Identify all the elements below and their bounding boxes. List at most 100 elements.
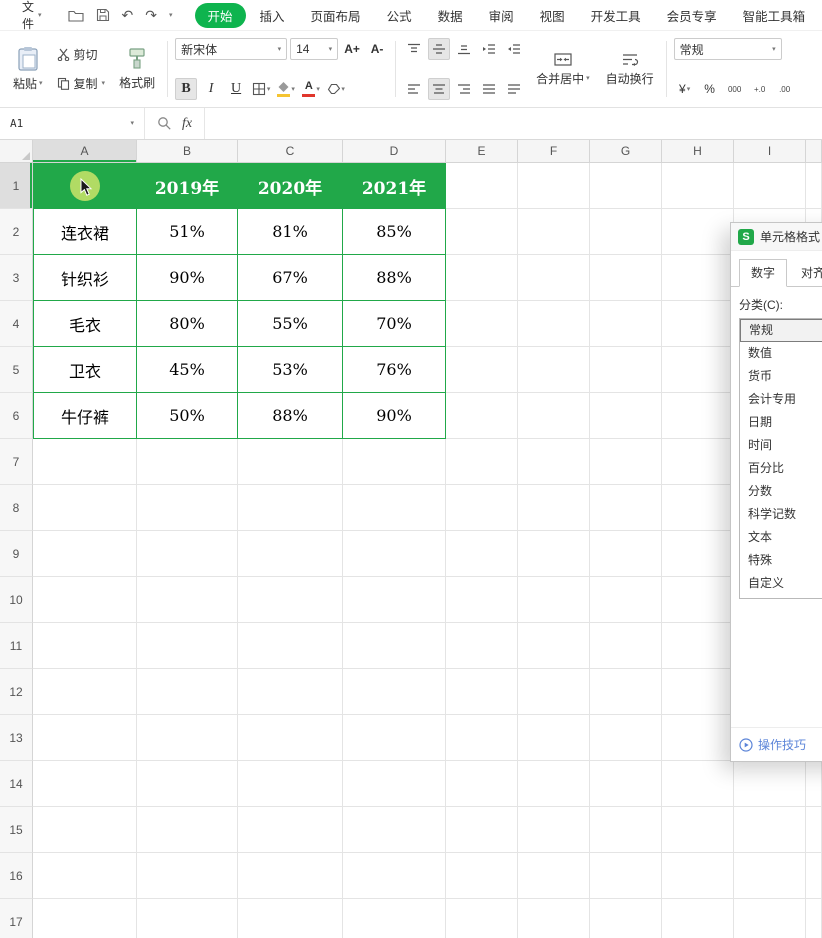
increase-decimal-button[interactable]: +.0 <box>749 78 771 100</box>
category-item[interactable]: 文本 <box>740 526 822 549</box>
cell-F16[interactable] <box>518 853 590 899</box>
file-menu[interactable]: 文件 ▾ <box>18 0 46 35</box>
cell-B10[interactable] <box>137 577 238 623</box>
justify-button[interactable] <box>478 78 500 100</box>
menu-tab-2[interactable]: 页面布局 <box>299 2 373 29</box>
cell-G5[interactable] <box>590 347 662 393</box>
cell-D17[interactable] <box>343 899 446 938</box>
column-header-I[interactable]: I <box>734 140 806 163</box>
shrink-font-button[interactable]: A- <box>366 38 388 60</box>
cell-H5[interactable] <box>662 347 734 393</box>
cell-B6[interactable]: 50% <box>137 393 238 439</box>
menu-tab-7[interactable]: 开发工具 <box>579 2 653 29</box>
cell-E2[interactable] <box>446 209 518 255</box>
cell-B3[interactable]: 90% <box>137 255 238 301</box>
category-item[interactable]: 常规 <box>740 319 822 342</box>
cell-G3[interactable] <box>590 255 662 301</box>
cell-H12[interactable] <box>662 669 734 715</box>
cell-E9[interactable] <box>446 531 518 577</box>
decrease-indent-button[interactable] <box>478 38 500 60</box>
row-header-15[interactable]: 15 <box>0 807 33 853</box>
menu-tab-4[interactable]: 数据 <box>426 2 475 29</box>
italic-button[interactable]: I <box>200 78 222 100</box>
cell-C11[interactable] <box>238 623 343 669</box>
category-item[interactable]: 分数 <box>740 480 822 503</box>
cell-D16[interactable] <box>343 853 446 899</box>
cell-A12[interactable] <box>33 669 137 715</box>
cell-C15[interactable] <box>238 807 343 853</box>
align-right-button[interactable] <box>453 78 475 100</box>
column-header-B[interactable]: B <box>137 140 238 163</box>
cell-B12[interactable] <box>137 669 238 715</box>
cell-D6[interactable]: 90% <box>343 393 446 439</box>
cell-C12[interactable] <box>238 669 343 715</box>
row-header-4[interactable]: 4 <box>0 301 33 347</box>
cell-E10[interactable] <box>446 577 518 623</box>
cell-E6[interactable] <box>446 393 518 439</box>
more-commands-icon[interactable]: ▾ <box>169 12 173 19</box>
cell-F15[interactable] <box>518 807 590 853</box>
cell-C5[interactable]: 53% <box>238 347 343 393</box>
cell-B8[interactable] <box>137 485 238 531</box>
cell-H8[interactable] <box>662 485 734 531</box>
column-header-F[interactable]: F <box>518 140 590 163</box>
category-item[interactable]: 会计专用 <box>740 388 822 411</box>
cell-E13[interactable] <box>446 715 518 761</box>
align-center-button[interactable] <box>428 78 450 100</box>
wrap-text-button[interactable]: 自动换行 <box>601 35 659 103</box>
cell-H15[interactable] <box>662 807 734 853</box>
cell-E11[interactable] <box>446 623 518 669</box>
cell-G9[interactable] <box>590 531 662 577</box>
row-header-6[interactable]: 6 <box>0 393 33 439</box>
cell-D12[interactable] <box>343 669 446 715</box>
column-header-E[interactable]: E <box>446 140 518 163</box>
cell-C10[interactable] <box>238 577 343 623</box>
category-item[interactable]: 自定义 <box>740 572 822 595</box>
cell-A2[interactable]: 连衣裙 <box>33 209 137 255</box>
cell-C3[interactable]: 67% <box>238 255 343 301</box>
dialog-title-bar[interactable]: S 单元格格式 <box>731 223 822 251</box>
cell-col101[interactable] <box>806 163 822 209</box>
align-top-button[interactable] <box>403 38 425 60</box>
row-header-8[interactable]: 8 <box>0 485 33 531</box>
cell-E15[interactable] <box>446 807 518 853</box>
cell-H4[interactable] <box>662 301 734 347</box>
fx-button[interactable]: fx <box>182 116 192 132</box>
cell-G14[interactable] <box>590 761 662 807</box>
cell-F8[interactable] <box>518 485 590 531</box>
cell-A9[interactable] <box>33 531 137 577</box>
grow-font-button[interactable]: A+ <box>341 38 363 60</box>
category-item[interactable]: 货币 <box>740 365 822 388</box>
cell-C6[interactable]: 88% <box>238 393 343 439</box>
cell-D9[interactable] <box>343 531 446 577</box>
name-box[interactable]: A1 ▾ <box>0 108 145 139</box>
increase-indent-button[interactable] <box>503 38 525 60</box>
cell-G7[interactable] <box>590 439 662 485</box>
cell-A10[interactable] <box>33 577 137 623</box>
cell-A8[interactable] <box>33 485 137 531</box>
cell-H7[interactable] <box>662 439 734 485</box>
align-middle-button[interactable] <box>428 38 450 60</box>
font-color-button[interactable]: A ▾ <box>300 78 322 100</box>
row-header-10[interactable]: 10 <box>0 577 33 623</box>
cell-I1[interactable] <box>734 163 806 209</box>
cell-A6[interactable]: 牛仔裤 <box>33 393 137 439</box>
cell-A11[interactable] <box>33 623 137 669</box>
menu-tab-1[interactable]: 插入 <box>248 2 297 29</box>
cell-A13[interactable] <box>33 715 137 761</box>
cell-col1017[interactable] <box>806 899 822 938</box>
cell-col1016[interactable] <box>806 853 822 899</box>
row-header-5[interactable]: 5 <box>0 347 33 393</box>
cell-H11[interactable] <box>662 623 734 669</box>
cell-C1[interactable]: 2020年 <box>238 163 343 209</box>
cell-H10[interactable] <box>662 577 734 623</box>
cell-G12[interactable] <box>590 669 662 715</box>
cell-G10[interactable] <box>590 577 662 623</box>
tips-link[interactable]: 操作技巧 <box>731 727 822 761</box>
cell-G11[interactable] <box>590 623 662 669</box>
cell-B2[interactable]: 51% <box>137 209 238 255</box>
cell-I16[interactable] <box>734 853 806 899</box>
borders-button[interactable]: ▾ <box>250 78 272 100</box>
cell-D15[interactable] <box>343 807 446 853</box>
cell-E8[interactable] <box>446 485 518 531</box>
